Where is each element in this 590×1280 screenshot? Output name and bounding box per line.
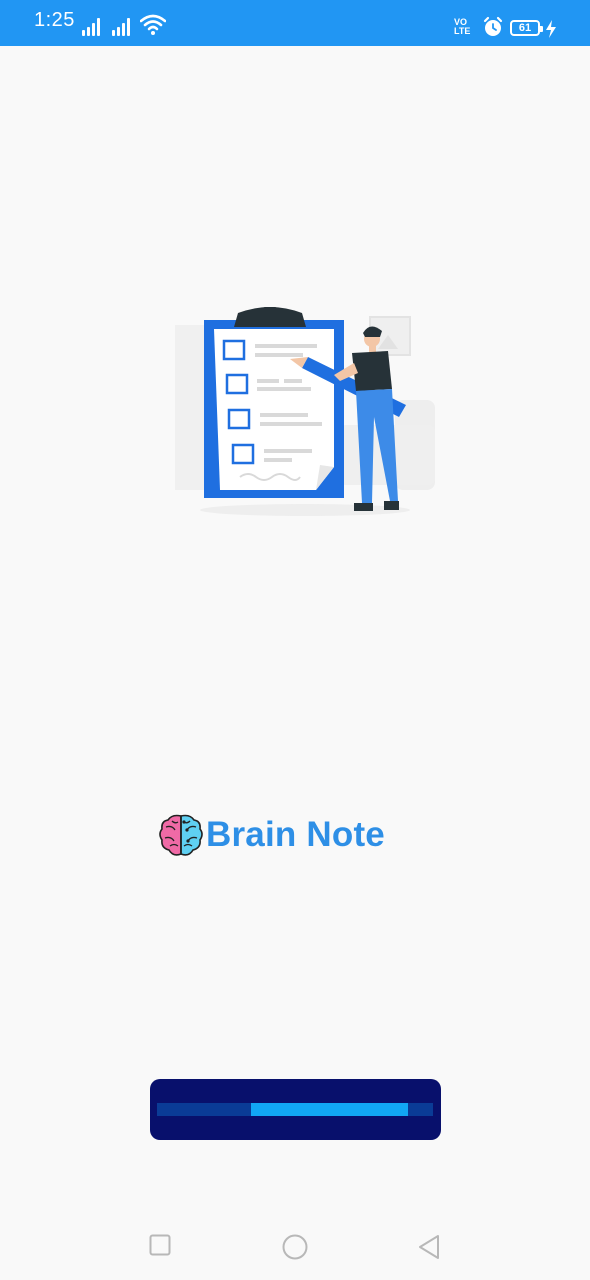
progress-fill — [251, 1103, 408, 1116]
triangle-back-icon[interactable] — [417, 1234, 441, 1260]
circle-icon[interactable] — [282, 1234, 308, 1260]
volte-line2: LTE — [454, 26, 471, 36]
clipboard-checklist-illustration — [175, 307, 435, 516]
alarm-icon — [483, 16, 503, 36]
status-time: 1:25 — [34, 9, 75, 31]
progress-track — [157, 1103, 433, 1116]
system-nav-bar — [0, 1220, 590, 1280]
signal-icon — [82, 18, 104, 36]
volte-icon: VO LTE — [454, 18, 470, 36]
loading-progress-card — [150, 1079, 441, 1140]
square-icon[interactable] — [149, 1234, 171, 1256]
charging-icon — [546, 20, 556, 38]
signal-icon — [112, 18, 134, 36]
wifi-icon — [140, 14, 166, 35]
brand-logo: Brain Note — [158, 810, 385, 860]
status-bar: 1:25 VO LTE 61 — [0, 0, 590, 46]
brain-icon — [159, 814, 203, 856]
battery-icon: 61 — [510, 20, 543, 36]
app-title: Brain Note — [206, 815, 385, 854]
